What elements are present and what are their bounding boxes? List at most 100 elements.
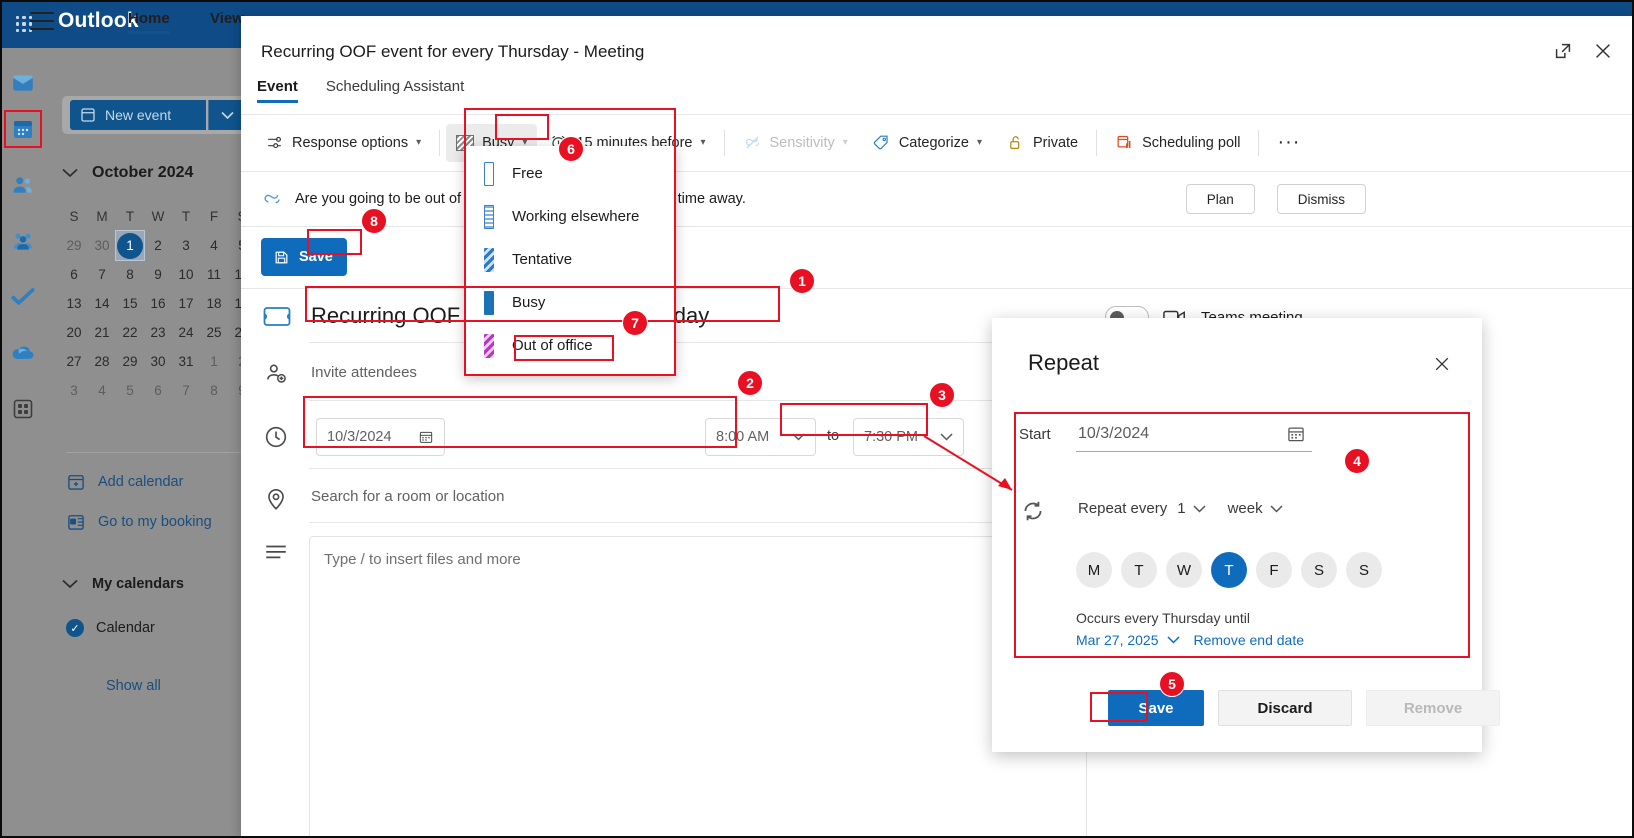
chevron-down-icon[interactable] bbox=[1166, 636, 1180, 644]
weekday-toggle-thursday[interactable]: T bbox=[1211, 552, 1247, 588]
day-cell[interactable]: 22 bbox=[116, 318, 144, 347]
calendar-icon[interactable] bbox=[4, 110, 42, 148]
repeat-unit-select[interactable]: week bbox=[1228, 500, 1283, 517]
start-time-field[interactable]: 8:00 AM bbox=[705, 418, 816, 456]
ribbon-tab-view[interactable]: View bbox=[210, 10, 244, 27]
day-cell[interactable]: 7 bbox=[88, 260, 116, 289]
remove-end-date-link[interactable]: Remove end date bbox=[1194, 632, 1305, 648]
day-cell[interactable]: 17 bbox=[172, 289, 200, 318]
day-cell[interactable]: 13 bbox=[60, 289, 88, 318]
apps-grid-icon[interactable] bbox=[6, 392, 40, 426]
busy-menu-item-working-elsewhere[interactable]: Working elsewhere bbox=[464, 195, 676, 238]
day-cell[interactable]: 3 bbox=[172, 231, 200, 260]
calendar-list-item[interactable]: ✓ Calendar bbox=[66, 619, 155, 637]
weekday-toggle-monday[interactable]: M bbox=[1076, 552, 1112, 588]
end-time-field[interactable]: 7:30 PM bbox=[853, 418, 964, 456]
calendar-picker-icon[interactable] bbox=[418, 429, 434, 445]
mini-calendar-header[interactable]: October 2024 bbox=[62, 164, 252, 182]
popout-icon[interactable] bbox=[1552, 40, 1576, 64]
groups-icon[interactable] bbox=[6, 224, 40, 258]
day-cell[interactable]: 2 bbox=[144, 231, 172, 260]
day-cell[interactable]: 31 bbox=[172, 347, 200, 376]
day-cell[interactable]: 5 bbox=[116, 376, 144, 405]
day-cell[interactable]: 4 bbox=[88, 376, 116, 405]
repeat-end-date-select[interactable]: Mar 27, 2025 bbox=[1076, 632, 1159, 648]
day-cell[interactable]: 29 bbox=[60, 231, 88, 260]
ribbon-tab-home[interactable]: Home bbox=[128, 10, 170, 34]
location-input[interactable]: Search for a room or location bbox=[311, 488, 504, 505]
day-cell[interactable]: 4 bbox=[200, 231, 228, 260]
day-cell[interactable]: 1 bbox=[200, 347, 228, 376]
tab-event[interactable]: Event bbox=[257, 78, 298, 103]
day-cell[interactable]: 10 bbox=[172, 260, 200, 289]
people-icon[interactable] bbox=[6, 168, 40, 202]
categorize-button[interactable]: Categorize ▾ bbox=[860, 124, 994, 162]
day-cell[interactable]: 30 bbox=[144, 347, 172, 376]
day-cell[interactable]: 7 bbox=[172, 376, 200, 405]
dismiss-button[interactable]: Dismiss bbox=[1276, 184, 1366, 214]
weekday-toggle-friday[interactable]: F bbox=[1256, 552, 1292, 588]
day-cell[interactable]: 9 bbox=[144, 260, 172, 289]
mail-icon[interactable] bbox=[6, 66, 40, 100]
add-calendar-link[interactable]: Add calendar bbox=[66, 472, 183, 492]
repeat-dialog-close-icon[interactable] bbox=[1432, 354, 1454, 376]
weekday-toggle-tuesday[interactable]: T bbox=[1121, 552, 1157, 588]
day-cell[interactable]: 8 bbox=[116, 260, 144, 289]
go-to-bookings-link[interactable]: Go to my booking bbox=[66, 512, 212, 532]
event-body-editor[interactable]: Type / to insert files and more bbox=[309, 536, 1087, 836]
event-window-title: Recurring OOF event for every Thursday -… bbox=[261, 42, 645, 61]
go-to-bookings-label: Go to my booking bbox=[98, 514, 212, 530]
day-cell[interactable]: 30 bbox=[88, 231, 116, 260]
private-button[interactable]: Private bbox=[994, 124, 1090, 162]
toolbar-overflow-button[interactable]: ··· bbox=[1265, 124, 1312, 162]
day-cell[interactable]: 29 bbox=[116, 347, 144, 376]
day-cell[interactable]: 24 bbox=[172, 318, 200, 347]
recurrence-icon bbox=[1020, 498, 1046, 524]
day-cell[interactable]: 21 bbox=[88, 318, 116, 347]
calendar-picker-icon[interactable] bbox=[1286, 424, 1306, 444]
my-calendars-section[interactable]: My calendars bbox=[62, 576, 184, 592]
day-cell[interactable]: 8 bbox=[200, 376, 228, 405]
repeat-discard-button[interactable]: Discard bbox=[1218, 690, 1352, 726]
sensitivity-button[interactable]: Sensitivity ▾ bbox=[731, 124, 860, 162]
busy-menu-label: Busy bbox=[512, 294, 546, 311]
sliders-icon bbox=[268, 136, 281, 149]
response-options-button[interactable]: Response options ▾ bbox=[253, 124, 433, 162]
day-cell[interactable]: 28 bbox=[88, 347, 116, 376]
private-label: Private bbox=[1032, 134, 1079, 151]
day-cell[interactable]: 27 bbox=[60, 347, 88, 376]
day-cell-today[interactable]: 1 bbox=[115, 230, 145, 261]
todo-check-icon[interactable] bbox=[6, 280, 40, 314]
day-cell[interactable]: 18 bbox=[200, 289, 228, 318]
scheduling-poll-button[interactable]: Scheduling poll bbox=[1103, 124, 1252, 162]
event-toolbar: Response options ▾ Busy ▾ 15 minutes bef… bbox=[241, 115, 1634, 170]
repeat-start-date-input[interactable]: 10/3/2024 bbox=[1076, 416, 1312, 452]
weekday-toggle-saturday[interactable]: S bbox=[1301, 552, 1337, 588]
day-cell[interactable]: 6 bbox=[60, 260, 88, 289]
repeat-interval-select[interactable]: 1 bbox=[1177, 500, 1206, 517]
day-cell[interactable]: 11 bbox=[200, 260, 228, 289]
day-cell[interactable]: 20 bbox=[60, 318, 88, 347]
tab-scheduling-assistant[interactable]: Scheduling Assistant bbox=[326, 78, 464, 103]
day-cell[interactable]: 3 bbox=[60, 376, 88, 405]
day-cell[interactable]: 23 bbox=[144, 318, 172, 347]
busy-menu-item-tentative[interactable]: Tentative bbox=[464, 238, 676, 281]
start-date-field[interactable]: 10/3/2024 bbox=[316, 418, 445, 456]
event-save-button[interactable]: Save bbox=[261, 238, 347, 276]
day-cell[interactable]: 25 bbox=[200, 318, 228, 347]
day-cell[interactable]: 14 bbox=[88, 289, 116, 318]
day-cell[interactable]: 16 bbox=[144, 289, 172, 318]
close-icon[interactable] bbox=[1592, 40, 1616, 64]
nav-toggle-hamburger-icon[interactable] bbox=[30, 12, 54, 30]
weekday-toggle-sunday[interactable]: S bbox=[1346, 552, 1382, 588]
repeat-save-button[interactable]: Save bbox=[1108, 690, 1204, 726]
day-cell[interactable]: 15 bbox=[116, 289, 144, 318]
working-elsewhere-swatch-icon bbox=[484, 204, 494, 229]
plan-button[interactable]: Plan bbox=[1185, 184, 1255, 214]
onedrive-cloud-icon[interactable] bbox=[6, 336, 40, 370]
attendees-input[interactable]: Invite attendees bbox=[311, 364, 417, 381]
new-event-button[interactable]: New event bbox=[70, 100, 206, 130]
weekday-toggle-wednesday[interactable]: W bbox=[1166, 552, 1202, 588]
show-all-link[interactable]: Show all bbox=[106, 678, 161, 694]
day-cell[interactable]: 6 bbox=[144, 376, 172, 405]
